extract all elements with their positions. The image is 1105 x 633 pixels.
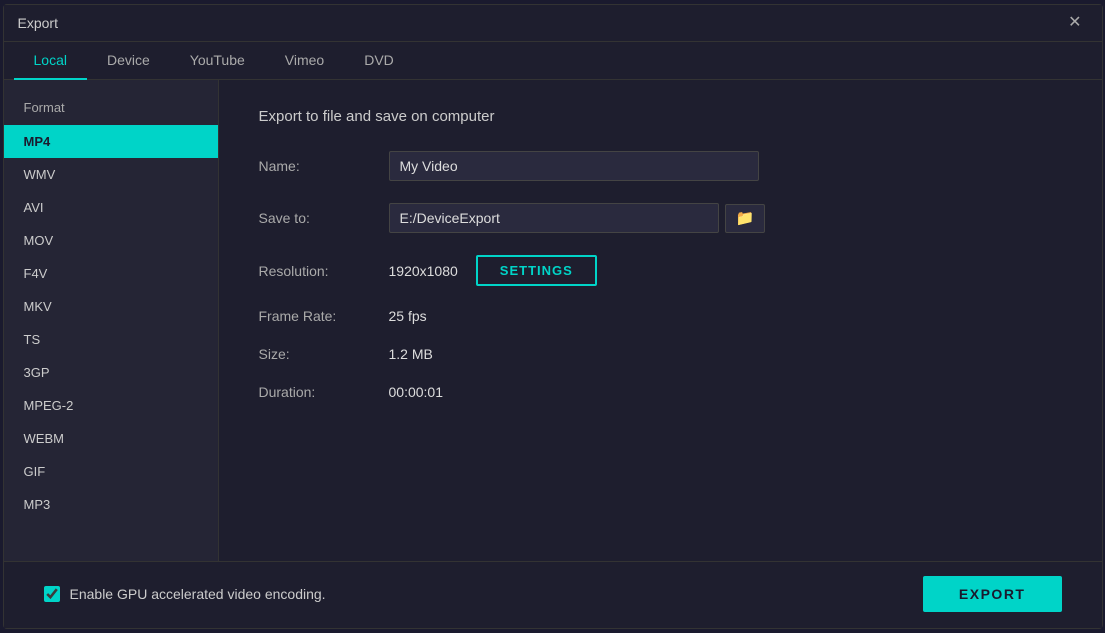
size-row: Size: 1.2 MB [259, 346, 1062, 362]
resolution-values: 1920x1080 SETTINGS [389, 255, 597, 286]
browse-folder-button[interactable]: 📁 [725, 204, 766, 233]
section-title: Export to file and save on computer [259, 108, 1062, 125]
sidebar-item-mp4[interactable]: MP4 [4, 125, 218, 158]
resolution-label: Resolution: [259, 263, 389, 279]
tab-device[interactable]: Device [87, 42, 170, 80]
tab-vimeo[interactable]: Vimeo [265, 42, 344, 80]
title-bar: Export ✕ [4, 5, 1102, 42]
tab-youtube[interactable]: YouTube [170, 42, 265, 80]
export-button[interactable]: EXPORT [923, 576, 1062, 612]
name-input[interactable] [389, 151, 759, 181]
gpu-label-text: Enable GPU accelerated video encoding. [70, 586, 326, 602]
content-area: Format MP4 WMV AVI MOV F4V MKV TS 3GP MP… [4, 80, 1102, 561]
sidebar-item-mpeg2[interactable]: MPEG-2 [4, 389, 218, 422]
size-label: Size: [259, 346, 389, 362]
frame-rate-row: Frame Rate: 25 fps [259, 308, 1062, 324]
duration-row: Duration: 00:00:01 [259, 384, 1062, 400]
tab-bar: Local Device YouTube Vimeo DVD [4, 42, 1102, 80]
save-to-input[interactable] [389, 203, 719, 233]
sidebar-item-ts[interactable]: TS [4, 323, 218, 356]
sidebar-item-3gp[interactable]: 3GP [4, 356, 218, 389]
export-dialog: Export ✕ Local Device YouTube Vimeo DVD … [3, 4, 1103, 629]
gpu-label[interactable]: Enable GPU accelerated video encoding. [44, 586, 326, 602]
duration-value: 00:00:01 [389, 384, 444, 400]
sidebar-item-wmv[interactable]: WMV [4, 158, 218, 191]
resolution-row: Resolution: 1920x1080 SETTINGS [259, 255, 1062, 286]
sidebar-title: Format [4, 94, 218, 125]
name-row: Name: [259, 151, 1062, 181]
tab-dvd[interactable]: DVD [344, 42, 414, 80]
duration-label: Duration: [259, 384, 389, 400]
sidebar-item-f4v[interactable]: F4V [4, 257, 218, 290]
format-sidebar: Format MP4 WMV AVI MOV F4V MKV TS 3GP MP… [4, 80, 219, 561]
frame-rate-label: Frame Rate: [259, 308, 389, 324]
sidebar-item-mkv[interactable]: MKV [4, 290, 218, 323]
save-to-label: Save to: [259, 210, 389, 226]
sidebar-item-mov[interactable]: MOV [4, 224, 218, 257]
main-panel: Export to file and save on computer Name… [219, 80, 1102, 561]
save-to-wrapper: 📁 [389, 203, 766, 233]
sidebar-item-avi[interactable]: AVI [4, 191, 218, 224]
tab-local[interactable]: Local [14, 42, 87, 80]
name-label: Name: [259, 158, 389, 174]
sidebar-item-mp3[interactable]: MP3 [4, 488, 218, 521]
settings-button[interactable]: SETTINGS [476, 255, 597, 286]
footer: Enable GPU accelerated video encoding. E… [4, 561, 1102, 628]
frame-rate-value: 25 fps [389, 308, 427, 324]
sidebar-item-webm[interactable]: WEBM [4, 422, 218, 455]
gpu-checkbox[interactable] [44, 586, 60, 602]
close-button[interactable]: ✕ [1062, 13, 1087, 33]
size-value: 1.2 MB [389, 346, 433, 362]
dialog-title: Export [18, 15, 58, 31]
resolution-value: 1920x1080 [389, 263, 458, 279]
sidebar-item-gif[interactable]: GIF [4, 455, 218, 488]
save-to-row: Save to: 📁 [259, 203, 1062, 233]
